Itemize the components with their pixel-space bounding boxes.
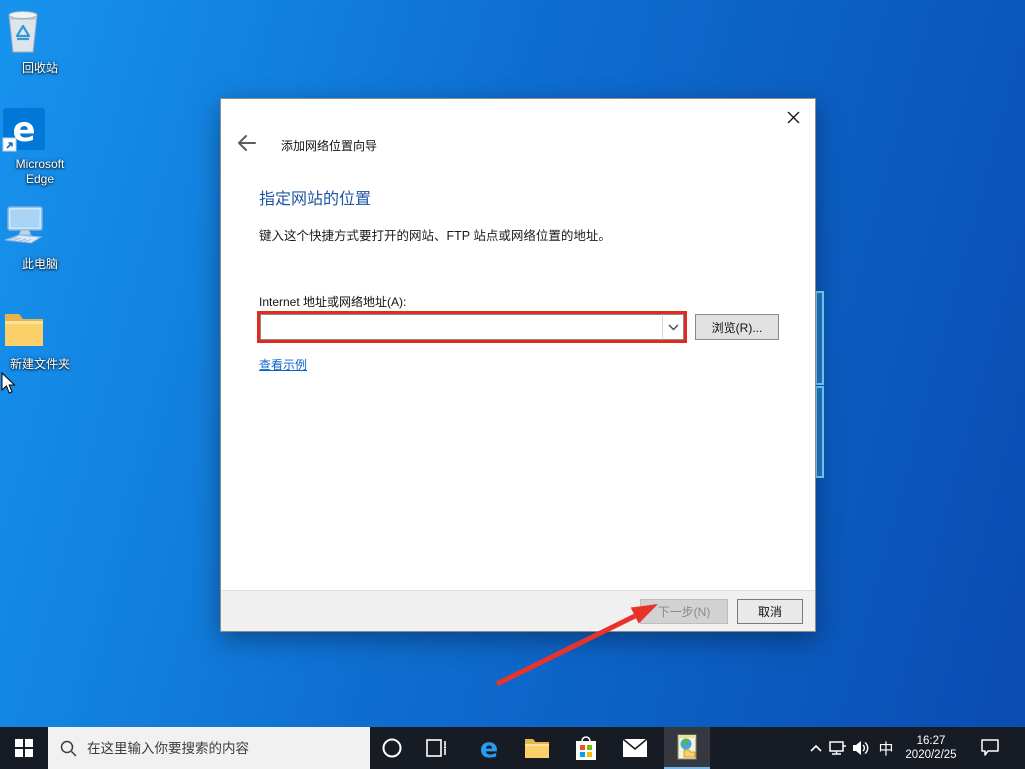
desktop-wallpaper: 回收站 e Microsoft Edge — [0, 0, 1025, 727]
browse-button[interactable]: 浏览(R)... — [695, 314, 779, 340]
taskbar-file-explorer-button[interactable] — [514, 727, 560, 769]
desktop-icon-label: 回收站 — [22, 61, 58, 75]
tray-clock[interactable]: 16:27 2020/2/25 — [900, 727, 962, 769]
tray-ime-indicator[interactable]: 中 — [874, 727, 898, 769]
next-button[interactable]: 下一步(N) — [640, 599, 728, 624]
mail-icon — [622, 738, 648, 758]
edge-icon: e — [480, 735, 498, 762]
address-field-label: Internet 地址或网络地址(A): — [259, 293, 406, 310]
dialog-heading: 指定网站的位置 — [259, 185, 371, 209]
address-combobox-input[interactable] — [260, 314, 662, 340]
dialog-title: 添加网络位置向导 — [281, 137, 377, 154]
desktop-icon-label: Microsoft Edge — [4, 157, 76, 187]
taskbar-mail-button[interactable] — [612, 727, 658, 769]
tray-network-button[interactable] — [827, 727, 849, 769]
desktop-icon-microsoft-edge[interactable]: e Microsoft Edge — [1, 106, 79, 187]
this-pc-icon — [1, 204, 79, 252]
edge-icon: e — [1, 106, 79, 154]
task-view-button[interactable] — [414, 727, 460, 769]
taskbar-edge-button[interactable]: e — [466, 727, 512, 769]
tray-volume-button[interactable] — [849, 727, 873, 769]
dialog-footer: 下一步(N) 取消 — [221, 590, 815, 631]
network-icon — [829, 740, 847, 756]
search-input[interactable] — [87, 741, 358, 756]
search-icon — [60, 740, 77, 757]
desktop-icon-label: 新建文件夹 — [10, 357, 70, 371]
desktop-icon-label: 此电脑 — [22, 257, 58, 271]
wallpaper-light-beam — [815, 291, 824, 385]
task-view-icon — [426, 739, 448, 757]
taskbar-store-button[interactable] — [563, 727, 609, 769]
ime-label: 中 — [878, 738, 893, 759]
clock-date: 2020/2/25 — [905, 748, 956, 762]
store-icon — [574, 735, 598, 761]
network-wizard-icon — [676, 734, 698, 760]
taskbar: e — [0, 727, 1025, 769]
dialog-description: 键入这个快捷方式要打开的网站、FTP 站点或网络位置的地址。 — [259, 225, 611, 244]
cancel-button[interactable]: 取消 — [737, 599, 803, 624]
mouse-cursor — [1, 372, 17, 396]
windows-logo-icon — [15, 739, 33, 757]
recycle-bin-icon — [1, 6, 79, 56]
cortana-icon — [381, 737, 403, 759]
desktop-icon-this-pc[interactable]: 此电脑 — [1, 204, 79, 273]
screen: 回收站 e Microsoft Edge — [0, 0, 1025, 769]
clock-time: 16:27 — [905, 734, 956, 748]
start-button[interactable] — [0, 727, 48, 769]
view-examples-link[interactable]: 查看示例 — [259, 356, 307, 373]
desktop-icon-recycle-bin[interactable]: 回收站 — [1, 6, 79, 77]
combobox-dropdown-button[interactable] — [662, 314, 684, 340]
speaker-icon — [852, 740, 870, 756]
taskbar-network-wizard-button[interactable] — [664, 727, 710, 769]
address-combobox-highlight — [257, 311, 687, 343]
file-explorer-icon — [524, 737, 550, 759]
cortana-button[interactable] — [369, 727, 415, 769]
chevron-up-icon — [810, 744, 822, 752]
add-network-location-wizard-dialog: 添加网络位置向导 指定网站的位置 键入这个快捷方式要打开的网站、FTP 站点或网… — [220, 98, 816, 632]
wallpaper-light-beam — [815, 386, 824, 478]
folder-icon — [1, 306, 79, 352]
chevron-down-icon — [668, 324, 679, 331]
back-arrow-icon[interactable] — [235, 133, 257, 153]
close-icon[interactable] — [781, 106, 805, 128]
action-center-button[interactable] — [970, 727, 1010, 769]
desktop-icon-new-folder[interactable]: 新建文件夹 — [1, 306, 79, 373]
taskbar-search-box[interactable] — [48, 727, 370, 769]
action-center-icon — [980, 739, 1000, 757]
tray-show-hidden-icons-button[interactable] — [804, 727, 828, 769]
